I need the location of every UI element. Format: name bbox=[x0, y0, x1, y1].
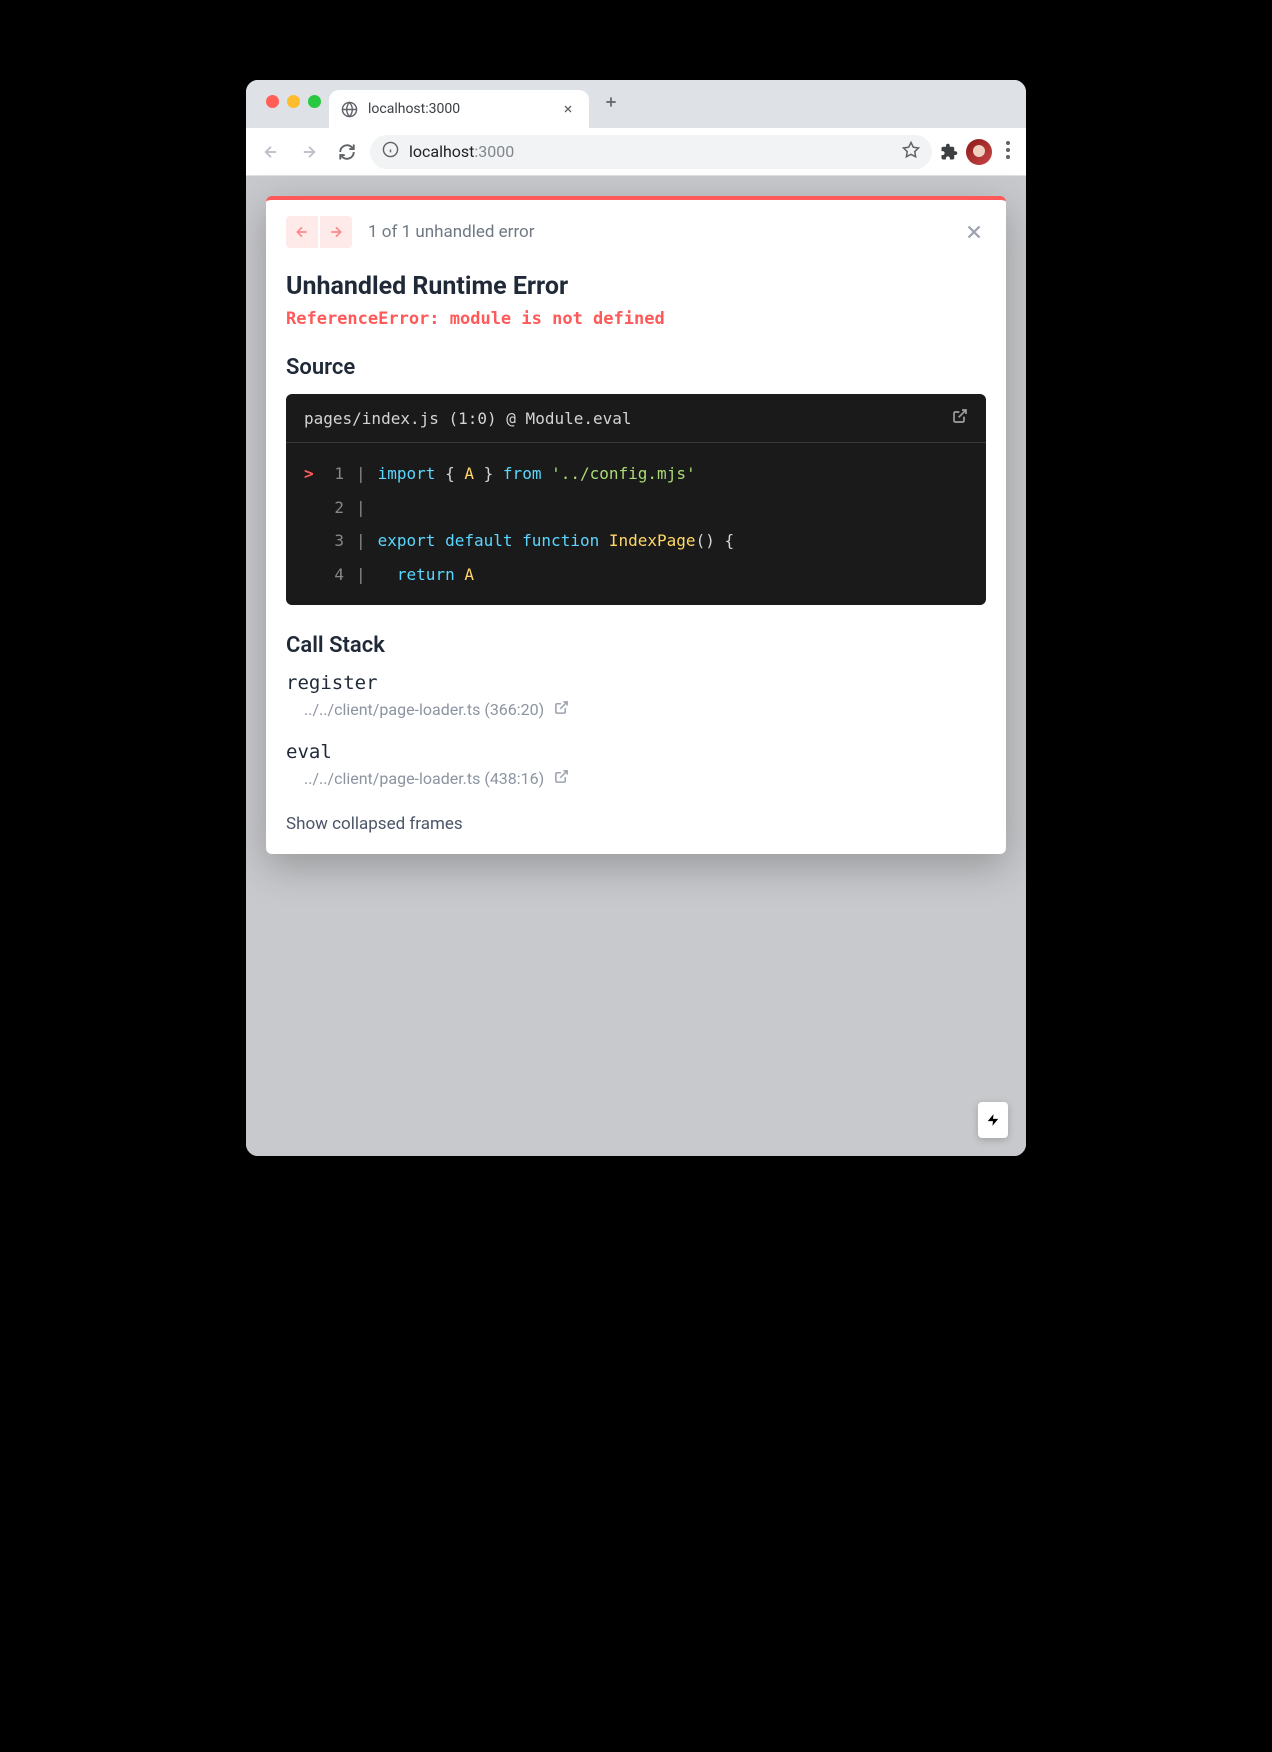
source-location: pages/index.js (1:0) @ Module.eval bbox=[304, 409, 632, 428]
line-separator: | bbox=[344, 457, 378, 491]
error-overlay: 1 of 1 unhandled error Unhandled Runtime… bbox=[266, 196, 1006, 854]
url-text: localhost:3000 bbox=[409, 142, 514, 161]
reload-button[interactable] bbox=[332, 137, 362, 167]
line-content: import { A } from '../config.mjs' bbox=[378, 457, 696, 491]
error-counter: 1 of 1 unhandled error bbox=[368, 222, 535, 242]
error-message: ReferenceError: module is not defined bbox=[286, 309, 986, 329]
line-marker bbox=[304, 558, 322, 592]
globe-icon bbox=[341, 101, 358, 118]
frame-name: eval bbox=[286, 741, 986, 763]
page-content: 1 of 1 unhandled error Unhandled Runtime… bbox=[246, 176, 1026, 1156]
frame-name: register bbox=[286, 672, 986, 694]
code-header: pages/index.js (1:0) @ Module.eval bbox=[286, 394, 986, 443]
error-pagination bbox=[286, 216, 352, 248]
open-frame-icon[interactable] bbox=[554, 769, 569, 788]
close-overlay-icon[interactable] bbox=[962, 220, 986, 244]
tab-bar: localhost:3000 bbox=[246, 80, 1026, 128]
code-line: >1|import { A } from '../config.mjs' bbox=[304, 457, 968, 491]
source-heading: Source bbox=[286, 355, 986, 380]
line-marker bbox=[304, 491, 322, 525]
code-line: 3|export default function IndexPage() { bbox=[304, 524, 968, 558]
close-tab-icon[interactable] bbox=[559, 100, 577, 118]
overlay-body: Unhandled Runtime Error ReferenceError: … bbox=[266, 264, 1006, 854]
stack-frame: register ../../client/page-loader.ts (366… bbox=[286, 672, 986, 719]
line-separator: | bbox=[344, 491, 378, 525]
source-code-block: pages/index.js (1:0) @ Module.eval >1|im… bbox=[286, 394, 986, 605]
frame-location: ../../client/page-loader.ts (438:16) bbox=[286, 769, 986, 788]
open-frame-icon[interactable] bbox=[554, 700, 569, 719]
browser-window: localhost:3000 localhost:3000 bbox=[246, 80, 1026, 1156]
show-collapsed-button[interactable]: Show collapsed frames bbox=[286, 810, 986, 834]
line-separator: | bbox=[344, 524, 378, 558]
minimize-window-button[interactable] bbox=[287, 95, 300, 108]
browser-tab[interactable]: localhost:3000 bbox=[329, 90, 589, 128]
maximize-window-button[interactable] bbox=[308, 95, 321, 108]
dev-indicator[interactable] bbox=[978, 1102, 1008, 1138]
line-marker: > bbox=[304, 457, 322, 491]
line-number: 4 bbox=[322, 558, 344, 592]
error-title: Unhandled Runtime Error bbox=[286, 272, 986, 301]
line-separator: | bbox=[344, 558, 378, 592]
overlay-header: 1 of 1 unhandled error bbox=[266, 200, 1006, 264]
browser-menu-icon[interactable] bbox=[1000, 141, 1016, 163]
browser-toolbar: localhost:3000 bbox=[246, 128, 1026, 176]
stack-frame: eval ../../client/page-loader.ts (438:16) bbox=[286, 741, 986, 788]
stack-frames: register ../../client/page-loader.ts (366… bbox=[286, 672, 986, 788]
line-number: 3 bbox=[322, 524, 344, 558]
extensions-icon[interactable] bbox=[940, 143, 958, 161]
close-window-button[interactable] bbox=[266, 95, 279, 108]
line-marker bbox=[304, 524, 322, 558]
profile-avatar[interactable] bbox=[966, 139, 992, 165]
frame-location-text: ../../client/page-loader.ts (438:16) bbox=[304, 769, 544, 788]
tab-title: localhost:3000 bbox=[368, 101, 549, 117]
line-content: return A bbox=[378, 558, 474, 592]
code-line: 4| return A bbox=[304, 558, 968, 592]
code-lines: >1|import { A } from '../config.mjs' 2| … bbox=[286, 443, 986, 605]
open-in-editor-icon[interactable] bbox=[952, 408, 968, 428]
window-controls bbox=[258, 95, 329, 122]
info-icon[interactable] bbox=[382, 141, 399, 162]
line-number: 2 bbox=[322, 491, 344, 525]
line-number: 1 bbox=[322, 457, 344, 491]
back-button[interactable] bbox=[256, 137, 286, 167]
prev-error-button[interactable] bbox=[286, 216, 318, 248]
next-error-button[interactable] bbox=[320, 216, 352, 248]
frame-location-text: ../../client/page-loader.ts (366:20) bbox=[304, 700, 544, 719]
frame-location: ../../client/page-loader.ts (366:20) bbox=[286, 700, 986, 719]
bookmark-icon[interactable] bbox=[902, 141, 920, 163]
address-bar[interactable]: localhost:3000 bbox=[370, 135, 932, 169]
code-line: 2| bbox=[304, 491, 968, 525]
forward-button[interactable] bbox=[294, 137, 324, 167]
line-content: export default function IndexPage() { bbox=[378, 524, 734, 558]
callstack-heading: Call Stack bbox=[286, 633, 986, 658]
new-tab-button[interactable] bbox=[589, 91, 633, 125]
